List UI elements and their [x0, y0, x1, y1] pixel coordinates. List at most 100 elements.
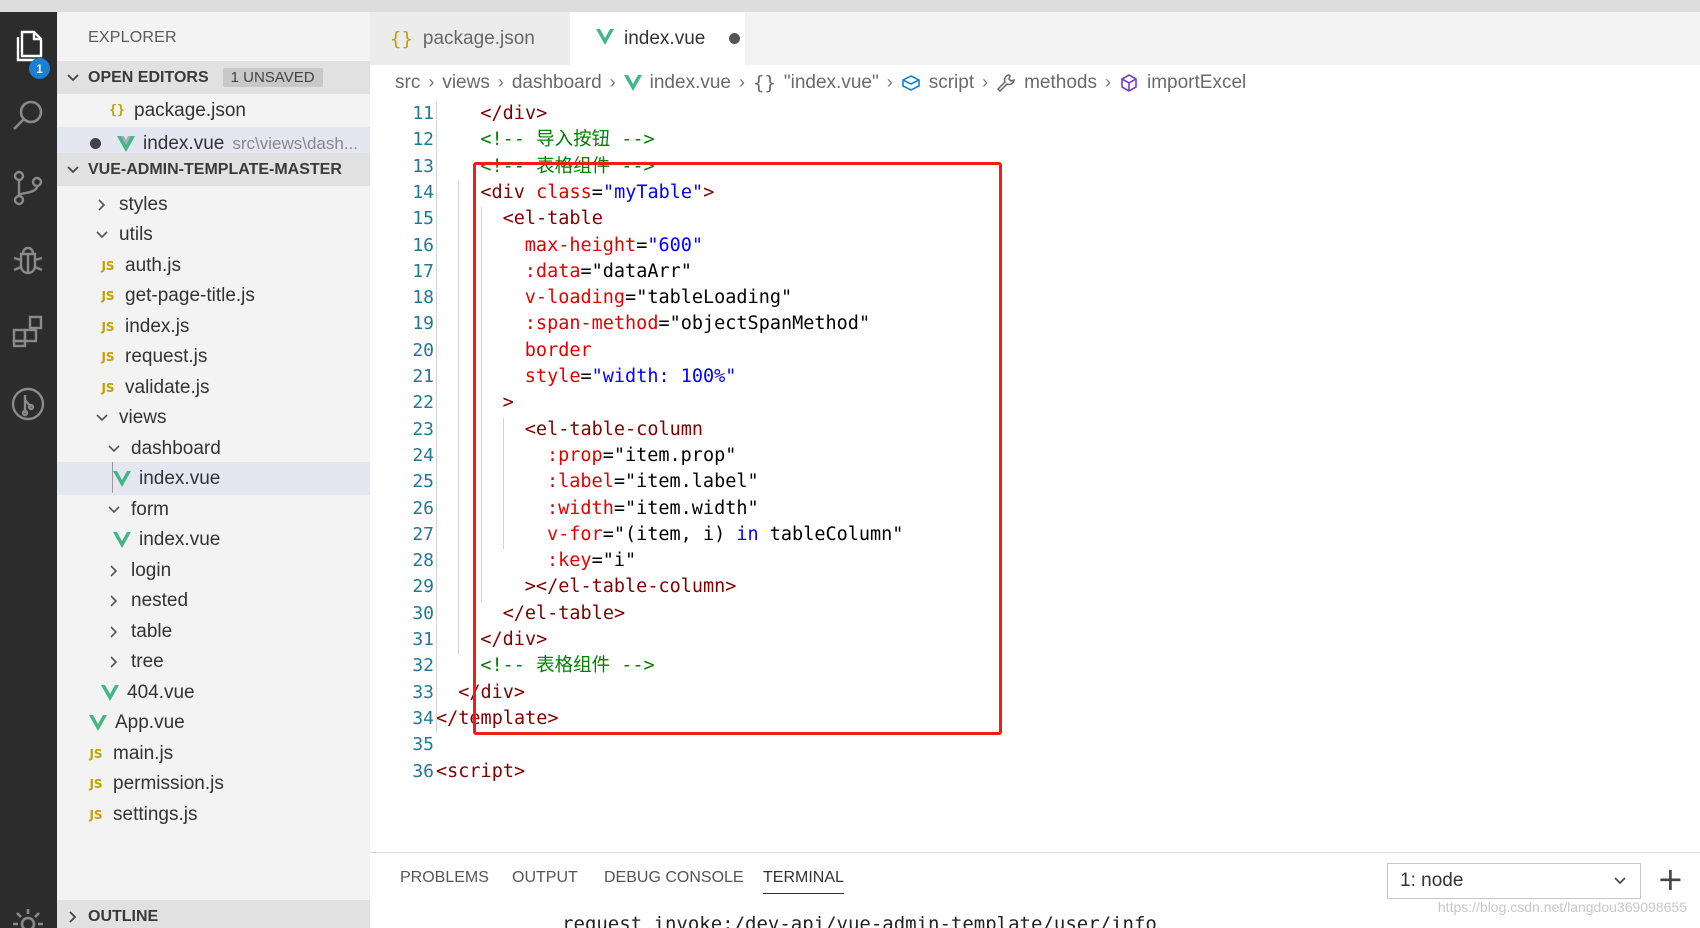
breadcrumb-item[interactable]: dashboard [512, 72, 602, 94]
code-line[interactable]: 12 <!-- 导入按钮 --> [370, 126, 1700, 154]
file-app-vue[interactable]: App.vue [57, 706, 370, 739]
extensions-icon[interactable] [4, 308, 52, 356]
folder-table[interactable]: table [57, 615, 370, 648]
file-main-js[interactable]: JS main.js [57, 737, 370, 770]
file-settings-js[interactable]: JS settings.js [57, 798, 370, 831]
file-auth-js[interactable]: JS auth.js [57, 249, 370, 282]
file-404-vue[interactable]: 404.vue [57, 676, 370, 709]
folder-nested[interactable]: nested [57, 584, 370, 617]
code-line[interactable]: 11 </div> [370, 100, 1700, 128]
project-header[interactable]: VUE-ADMIN-TEMPLATE-MASTER [57, 153, 370, 186]
open-editors-label: OPEN EDITORS [88, 68, 209, 86]
folder-form[interactable]: form [57, 493, 370, 526]
tree-label: permission.js [113, 772, 224, 794]
files-icon[interactable]: 1 [4, 22, 52, 79]
breadcrumb-item[interactable]: src [395, 72, 420, 94]
tree-label: form [131, 498, 169, 520]
vue-file-icon [87, 714, 109, 731]
line-number: 27 [412, 523, 434, 545]
tree-label: auth.js [125, 254, 181, 276]
breadcrumb-item[interactable]: index.vue [650, 72, 731, 94]
open-editors-header[interactable]: OPEN EDITORS 1 UNSAVED [57, 61, 370, 94]
tree-label: table [131, 620, 173, 642]
folder-utils[interactable]: utils [57, 218, 370, 251]
highlight-box [473, 162, 1002, 735]
js-file-icon: JS [101, 380, 115, 395]
code-text: </div> [480, 100, 547, 128]
file-validate-js[interactable]: JS validate.js [57, 371, 370, 404]
unsaved-dot-icon[interactable] [729, 33, 741, 44]
open-editor-label: package.json [134, 99, 246, 121]
window-title-strip [0, 0, 1700, 12]
tree-label: main.js [113, 742, 174, 764]
settings-gear-icon[interactable] [4, 900, 52, 928]
outline-label: OUTLINE [88, 907, 159, 925]
indent-guide [436, 102, 437, 734]
code-line[interactable]: 36 <script> [370, 758, 1700, 786]
tab-debug-console[interactable]: DEBUG CONSOLE [604, 869, 744, 887]
file-index-js[interactable]: JS index.js [57, 310, 370, 343]
add-terminal-plus-icon[interactable]: + [1657, 861, 1684, 897]
git-graph-icon[interactable] [4, 380, 52, 428]
line-number: 22 [412, 392, 434, 414]
file-request-js[interactable]: JS request.js [57, 340, 370, 373]
line-number: 17 [412, 260, 434, 282]
explorer-title: EXPLORER [88, 29, 177, 46]
line-number: 15 [412, 208, 434, 230]
line-number: 23 [412, 418, 434, 440]
folder-login[interactable]: login [57, 554, 370, 587]
js-file-icon: JS [89, 746, 103, 761]
chevron-right-icon: › [738, 72, 745, 92]
tree-label: views [119, 406, 167, 428]
chevron-right-icon: › [428, 72, 435, 92]
vue-file-icon [623, 74, 642, 91]
breadcrumb-item[interactable]: views [442, 72, 490, 94]
tree-label: index.vue [139, 467, 221, 489]
chevron-down-icon [91, 412, 113, 424]
line-number: 19 [412, 313, 434, 335]
tab-output[interactable]: OUTPUT [512, 869, 578, 887]
tree-label: request.js [125, 345, 208, 367]
folder-tree[interactable]: tree [57, 645, 370, 678]
open-editor-label: index.vue [143, 132, 225, 154]
code-text: <!-- 导入按钮 --> [480, 126, 654, 154]
tab-terminal[interactable]: TERMINAL [763, 869, 844, 894]
files-badge: 1 [29, 58, 50, 79]
terminal-output: request invoke:/dev-api/vue-admin-templa… [562, 913, 1157, 928]
tree-label: index.vue [139, 528, 221, 550]
chevron-down-icon [103, 504, 125, 516]
terminal-select[interactable]: 1: node [1387, 863, 1641, 899]
open-editor-item[interactable]: {} package.json [57, 94, 370, 127]
js-file-icon: JS [89, 776, 103, 791]
tab-package-json[interactable]: {} package.json [370, 12, 570, 65]
tree-label: utils [119, 223, 153, 245]
editor-tabs: {} package.json index.vue [370, 12, 1700, 65]
file-form-index-vue[interactable]: index.vue [57, 523, 370, 556]
unsaved-badge: 1 UNSAVED [222, 68, 323, 87]
js-file-icon: JS [101, 349, 115, 364]
folder-styles[interactable]: styles [57, 188, 370, 221]
line-number: 30 [412, 602, 434, 624]
folder-dashboard[interactable]: dashboard [57, 432, 370, 465]
code-line[interactable]: 35 [370, 731, 1700, 759]
js-file-icon: JS [101, 258, 115, 273]
tab-index-vue[interactable]: index.vue [570, 12, 745, 65]
breadcrumb-item[interactable]: "index.vue" [784, 72, 879, 94]
search-icon[interactable] [4, 92, 52, 140]
outline-header[interactable]: OUTLINE [57, 900, 370, 928]
chevron-right-icon: › [497, 72, 504, 92]
tab-problems[interactable]: PROBLEMS [400, 869, 489, 887]
json-file-icon: {} [390, 27, 413, 50]
folder-views[interactable]: views [57, 401, 370, 434]
debug-icon[interactable] [4, 236, 52, 284]
file-permission-js[interactable]: JS permission.js [57, 767, 370, 800]
file-dashboard-index-vue[interactable]: index.vue [57, 462, 370, 495]
breadcrumb-item[interactable]: script [929, 72, 974, 94]
line-number: 16 [412, 234, 434, 256]
chevron-right-icon [57, 910, 88, 924]
source-control-icon[interactable] [4, 164, 52, 212]
breadcrumb-item[interactable]: methods [1024, 72, 1097, 94]
bottom-panel: PROBLEMS OUTPUT DEBUG CONSOLE TERMINAL 1… [370, 852, 1700, 928]
breadcrumb-item[interactable]: importExcel [1147, 72, 1246, 94]
file-get-page-title-js[interactable]: JS get-page-title.js [57, 279, 370, 312]
